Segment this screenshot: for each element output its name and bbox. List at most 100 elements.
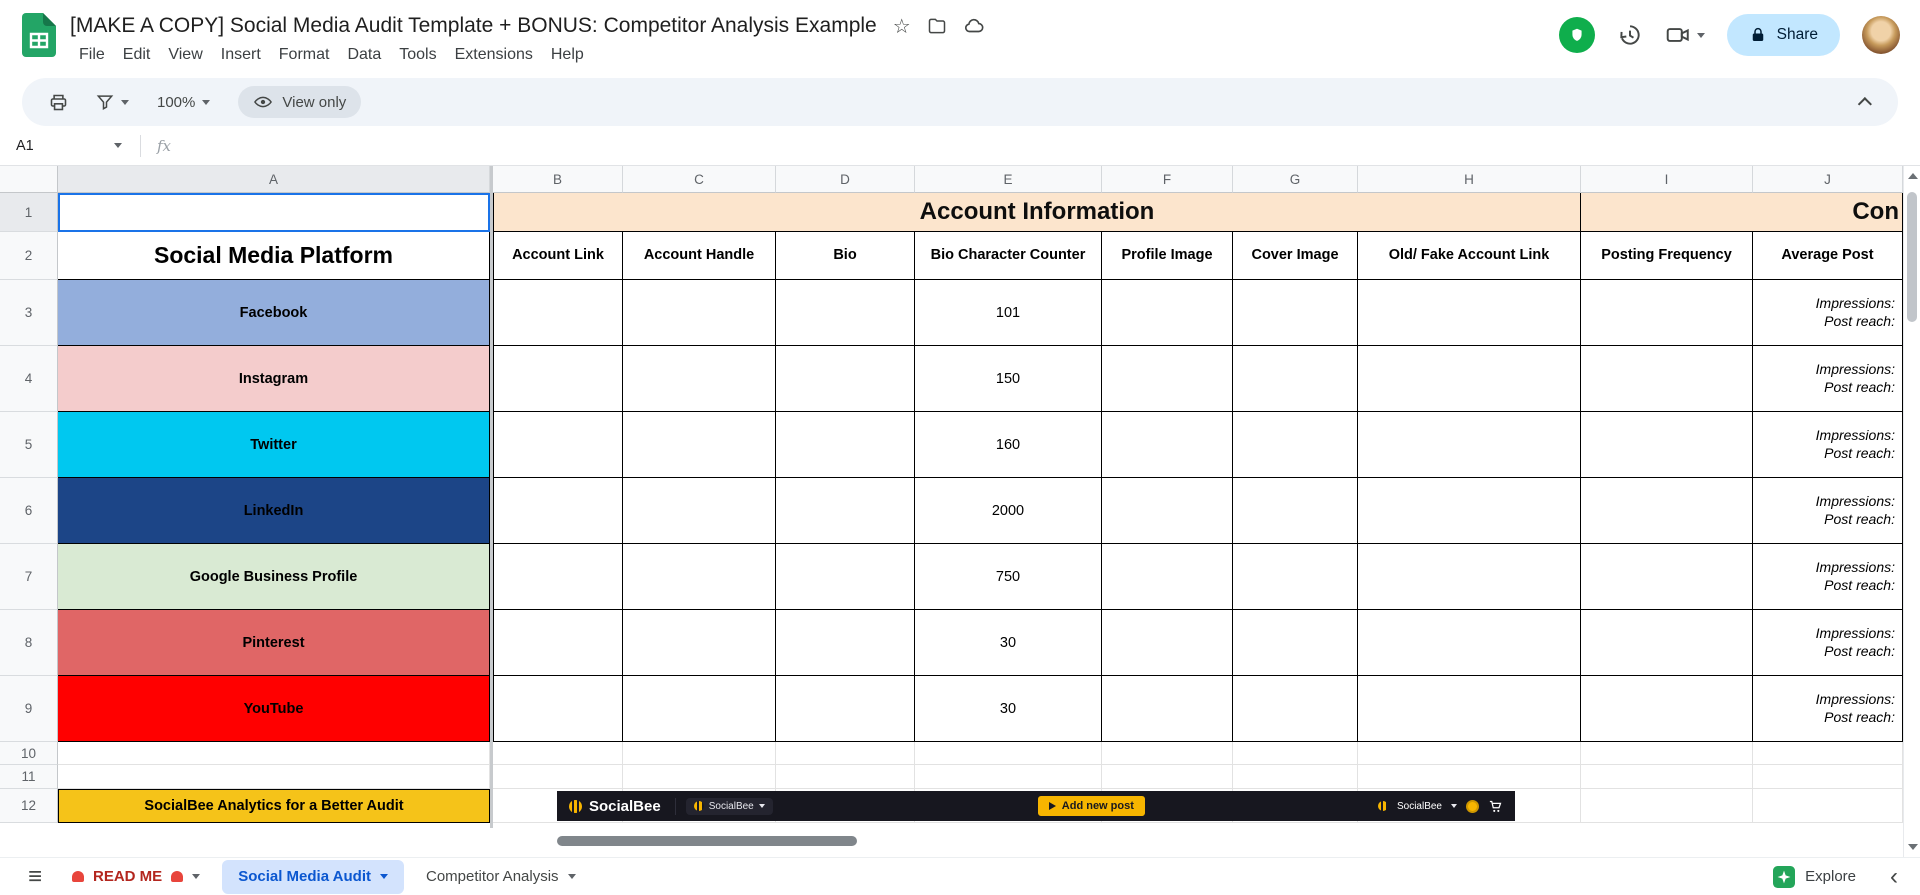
- avg-post-cell[interactable]: Impressions: Post reach:: [1753, 346, 1903, 412]
- empty-cell[interactable]: [1233, 412, 1358, 478]
- row-header-1[interactable]: 1: [0, 193, 58, 232]
- platform-name-cell[interactable]: Twitter: [58, 412, 490, 478]
- row-header-3[interactable]: 3: [0, 280, 58, 346]
- cell-header-posting-frequency[interactable]: Posting Frequency: [1581, 232, 1753, 280]
- cell-header-average-post[interactable]: Average Post: [1753, 232, 1903, 280]
- bio-counter-cell[interactable]: 101: [915, 280, 1102, 346]
- empty-cell[interactable]: [493, 610, 623, 676]
- empty-cell[interactable]: [1233, 742, 1358, 765]
- column-header-a[interactable]: A: [58, 166, 490, 193]
- row-header-9[interactable]: 9: [0, 676, 58, 742]
- empty-cell[interactable]: [1581, 478, 1753, 544]
- empty-cell[interactable]: [623, 765, 776, 789]
- empty-cell[interactable]: [1102, 544, 1233, 610]
- column-header-g[interactable]: G: [1233, 166, 1358, 193]
- tab-competitor-analysis[interactable]: Competitor Analysis: [410, 858, 592, 895]
- empty-cell[interactable]: [1581, 346, 1753, 412]
- column-header-c[interactable]: C: [623, 166, 776, 193]
- empty-cell[interactable]: [1581, 789, 1753, 823]
- avg-post-cell[interactable]: Impressions: Post reach:: [1753, 280, 1903, 346]
- empty-cell[interactable]: [1753, 789, 1903, 823]
- bio-counter-cell[interactable]: 30: [915, 610, 1102, 676]
- print-icon[interactable]: [40, 92, 77, 113]
- menu-tools[interactable]: Tools: [390, 43, 445, 67]
- bio-counter-cell[interactable]: 750: [915, 544, 1102, 610]
- column-header-j[interactable]: J: [1753, 166, 1903, 193]
- empty-cell[interactable]: [1581, 280, 1753, 346]
- empty-cell[interactable]: [776, 610, 915, 676]
- horizontal-scrollbar-thumb[interactable]: [557, 836, 857, 846]
- empty-cell[interactable]: [493, 412, 623, 478]
- vertical-scrollbar[interactable]: [1903, 166, 1920, 857]
- tab-read-me[interactable]: READ ME: [56, 858, 216, 895]
- column-header-i[interactable]: I: [1581, 166, 1753, 193]
- tab-social-media-audit[interactable]: Social Media Audit: [222, 860, 404, 894]
- empty-cell[interactable]: [776, 765, 915, 789]
- document-title[interactable]: [MAKE A COPY] Social Media Audit Templat…: [70, 14, 877, 38]
- zoom-dropdown[interactable]: 100%: [147, 94, 220, 111]
- empty-cell[interactable]: [493, 346, 623, 412]
- empty-cell[interactable]: [1358, 412, 1581, 478]
- column-header-h[interactable]: H: [1358, 166, 1581, 193]
- empty-cell[interactable]: [623, 742, 776, 765]
- empty-cell[interactable]: [1358, 346, 1581, 412]
- empty-cell[interactable]: [493, 280, 623, 346]
- row-header-2[interactable]: 2: [0, 232, 58, 280]
- avg-post-cell[interactable]: Impressions: Post reach:: [1753, 610, 1903, 676]
- tab-menu-caret-icon[interactable]: [192, 874, 200, 879]
- extension-shield-icon[interactable]: [1559, 17, 1595, 53]
- view-only-badge[interactable]: View only: [238, 86, 361, 118]
- empty-cell[interactable]: [1581, 742, 1753, 765]
- scroll-down-arrow[interactable]: [1904, 837, 1920, 857]
- version-history-icon[interactable]: [1617, 22, 1643, 48]
- empty-cell[interactable]: [776, 544, 915, 610]
- row-header-5[interactable]: 5: [0, 412, 58, 478]
- platform-name-cell[interactable]: Google Business Profile: [58, 544, 490, 610]
- column-header-b[interactable]: B: [493, 166, 623, 193]
- tab-menu-caret-icon[interactable]: [568, 874, 576, 879]
- empty-cell[interactable]: [623, 346, 776, 412]
- menu-insert[interactable]: Insert: [212, 43, 270, 67]
- row-header-11[interactable]: 11: [0, 765, 58, 789]
- empty-cell[interactable]: [915, 765, 1102, 789]
- empty-cell[interactable]: [1358, 742, 1581, 765]
- menu-format[interactable]: Format: [270, 43, 339, 67]
- empty-cell[interactable]: [1233, 676, 1358, 742]
- empty-cell[interactable]: [1233, 346, 1358, 412]
- collapse-panel-chevron-icon[interactable]: ‹: [1890, 865, 1904, 889]
- empty-cell[interactable]: [1358, 478, 1581, 544]
- cell-header-cover-image[interactable]: Cover Image: [1233, 232, 1358, 280]
- empty-cell[interactable]: [58, 765, 490, 789]
- menu-data[interactable]: Data: [338, 43, 390, 67]
- empty-cell[interactable]: [623, 676, 776, 742]
- star-icon[interactable]: ☆: [893, 14, 911, 39]
- cell-name-box[interactable]: A1: [0, 138, 132, 154]
- cell-socialbee-analytics-label[interactable]: SocialBee Analytics for a Better Audit: [58, 789, 490, 823]
- empty-cell[interactable]: [915, 742, 1102, 765]
- bio-counter-cell[interactable]: 30: [915, 676, 1102, 742]
- column-header-e[interactable]: E: [915, 166, 1102, 193]
- empty-cell[interactable]: [1102, 742, 1233, 765]
- empty-cell[interactable]: [1581, 676, 1753, 742]
- empty-cell[interactable]: [776, 412, 915, 478]
- toolbar-collapse-button[interactable]: [1862, 97, 1880, 107]
- empty-cell[interactable]: [1581, 610, 1753, 676]
- sheets-logo-icon[interactable]: [22, 13, 56, 57]
- row-header-4[interactable]: 4: [0, 346, 58, 412]
- empty-cell[interactable]: [1581, 412, 1753, 478]
- empty-cell[interactable]: [1102, 676, 1233, 742]
- empty-cell[interactable]: [1358, 610, 1581, 676]
- empty-cell[interactable]: [776, 280, 915, 346]
- filter-dropdown[interactable]: [87, 92, 137, 112]
- empty-cell[interactable]: [1753, 742, 1903, 765]
- avg-post-cell[interactable]: Impressions: Post reach:: [1753, 544, 1903, 610]
- empty-cell[interactable]: [1358, 544, 1581, 610]
- vertical-scrollbar-thumb[interactable]: [1907, 192, 1917, 322]
- empty-cell[interactable]: [776, 742, 915, 765]
- meet-video-button[interactable]: [1665, 22, 1705, 48]
- document-status-cloud-icon[interactable]: [963, 15, 985, 37]
- bio-counter-cell[interactable]: 160: [915, 412, 1102, 478]
- empty-cell[interactable]: [1102, 346, 1233, 412]
- empty-cell[interactable]: [1358, 280, 1581, 346]
- avatar[interactable]: [1862, 16, 1900, 54]
